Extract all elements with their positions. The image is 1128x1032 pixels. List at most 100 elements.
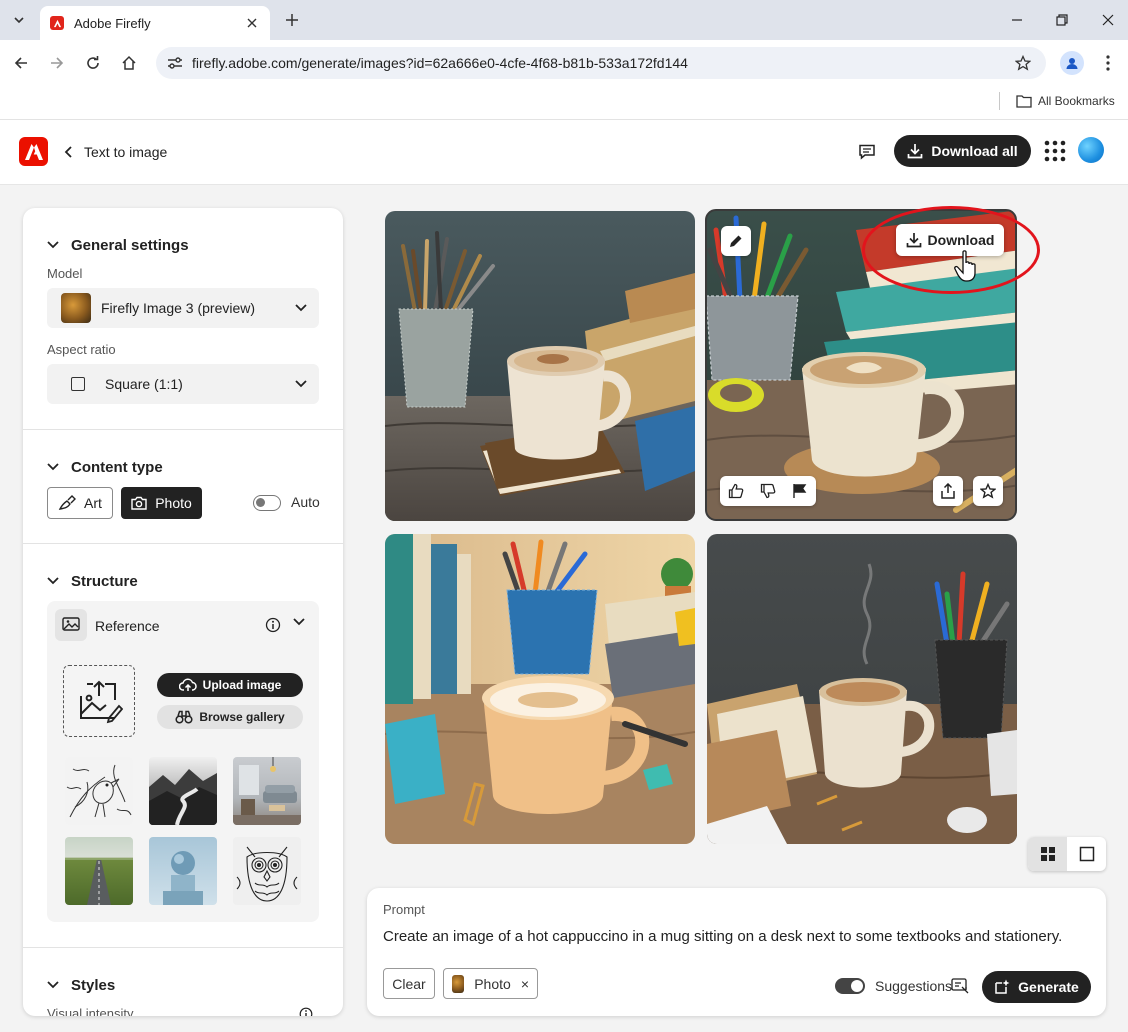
chevron-down-icon: [47, 241, 59, 249]
bookmark-star-icon[interactable]: [1008, 48, 1038, 78]
download-all-button[interactable]: Download all: [894, 135, 1031, 167]
model-dropdown[interactable]: Firefly Image 3 (preview): [47, 288, 319, 328]
cappuccino-image: [707, 534, 1017, 844]
photo-button[interactable]: Photo: [121, 487, 202, 519]
tab-search-button[interactable]: [6, 8, 32, 32]
new-tab-button[interactable]: [280, 8, 304, 32]
reference-image-icon: [55, 609, 87, 641]
cappuccino-image: [385, 534, 695, 844]
art-button[interactable]: Art: [47, 487, 113, 519]
tab-close-icon[interactable]: [244, 15, 260, 31]
arrow-left-icon: [14, 57, 27, 69]
user-avatar[interactable]: [1078, 137, 1104, 163]
generated-image-4[interactable]: [707, 534, 1017, 844]
minimize-button[interactable]: [1002, 6, 1032, 34]
forward-nav-button[interactable]: [44, 50, 70, 76]
report-flag-icon[interactable]: [792, 483, 808, 499]
upload-image-label: Upload image: [202, 678, 282, 692]
upload-image-button[interactable]: Upload image: [157, 673, 303, 697]
single-view-button[interactable]: [1067, 837, 1106, 871]
section-divider: [23, 429, 343, 430]
back-nav-button[interactable]: [8, 50, 34, 76]
visual-intensity-label: Visual intensity: [47, 1006, 134, 1016]
back-to-text-to-image-button[interactable]: Text to image: [64, 141, 167, 163]
feedback-button[interactable]: [854, 139, 880, 165]
profile-icon[interactable]: [1060, 51, 1084, 75]
generate-button[interactable]: Generate: [982, 971, 1091, 1003]
grid-view-button[interactable]: [1028, 837, 1067, 871]
image-upload-icon: [80, 680, 123, 724]
chevron-down-icon: [295, 380, 307, 388]
brush-icon: [58, 495, 77, 510]
star-icon: [980, 483, 996, 499]
restore-button[interactable]: [1047, 6, 1077, 34]
all-bookmarks-button[interactable]: All Bookmarks: [1016, 91, 1115, 111]
content-type-toggle[interactable]: Content type: [47, 456, 163, 478]
prompt-input[interactable]: Create an image of a hot cappuccino in a…: [383, 928, 1062, 945]
share-button[interactable]: [933, 476, 963, 506]
close-window-button[interactable]: [1093, 6, 1123, 34]
aspect-ratio-dropdown[interactable]: Square (1:1): [47, 364, 319, 404]
generated-image-3[interactable]: [385, 534, 695, 844]
address-bar[interactable]: firefly.adobe.com/generate/images?id=62a…: [156, 47, 1046, 79]
grid-icon: [1040, 847, 1055, 861]
reference-thumbnail-bird-sketch[interactable]: [65, 757, 133, 825]
favorite-button[interactable]: [973, 476, 1003, 506]
reference-box: Reference Upload image Browse gallery: [47, 601, 319, 922]
chip-thumbnail: [452, 974, 465, 993]
reload-button[interactable]: [80, 50, 106, 76]
rating-toolbar: [720, 476, 816, 506]
browse-gallery-button[interactable]: Browse gallery: [157, 705, 303, 729]
tab-title: Adobe Firefly: [74, 15, 151, 31]
generate-sparkle-icon: [995, 979, 1010, 994]
comment-icon: [859, 144, 875, 160]
suggestions-toggle[interactable]: [835, 978, 865, 994]
generated-image-1[interactable]: [385, 211, 695, 521]
auto-toggle[interactable]: [253, 495, 281, 511]
reference-label: Reference: [95, 618, 160, 634]
suggestions-info-icon[interactable]: [951, 978, 969, 994]
minimize-icon: [1012, 19, 1022, 21]
styles-toggle[interactable]: Styles: [47, 974, 115, 996]
site-settings-icon[interactable]: [164, 52, 186, 74]
adobe-favicon-icon: [50, 16, 64, 30]
edit-image-button[interactable]: [721, 226, 751, 256]
chevron-down-icon: [14, 17, 24, 24]
model-thumbnail: [61, 293, 91, 323]
browse-gallery-label: Browse gallery: [199, 710, 285, 724]
settings-panel: General settings Model Firefly Image 3 (…: [23, 208, 343, 1016]
chevron-down-icon[interactable]: [293, 618, 305, 626]
reference-thumbnail-mountain-river[interactable]: [149, 757, 217, 825]
structure-toggle[interactable]: Structure: [47, 570, 138, 592]
adobe-logo-icon[interactable]: [19, 137, 48, 166]
home-button[interactable]: [116, 50, 142, 76]
general-settings-toggle[interactable]: General settings: [47, 234, 189, 256]
info-icon[interactable]: [299, 1007, 313, 1016]
browser-tab[interactable]: Adobe Firefly: [40, 6, 270, 40]
camera-icon: [131, 496, 147, 510]
cappuccino-image: [385, 211, 695, 521]
back-label: Text to image: [84, 144, 168, 160]
cloud-upload-icon: [178, 678, 197, 691]
chip-label: Photo: [474, 975, 511, 992]
reference-thumbnail-road-field[interactable]: [65, 837, 133, 905]
prompt-label: Prompt: [383, 902, 425, 917]
thumbs-down-icon[interactable]: [760, 483, 776, 499]
aspect-ratio-value: Square (1:1): [105, 376, 183, 392]
reference-thumbnail-owl-drawing[interactable]: [233, 837, 301, 905]
apps-grid-icon[interactable]: [1044, 140, 1066, 162]
download-icon: [907, 144, 923, 159]
browser-menu-icon[interactable]: [1098, 51, 1118, 75]
reference-thumbnail-sphere-pedestal[interactable]: [149, 837, 217, 905]
browser-tabstrip: Adobe Firefly: [0, 0, 1128, 40]
thumbs-up-icon[interactable]: [728, 483, 744, 499]
download-all-label: Download all: [931, 143, 1018, 159]
reference-thumbnail-living-room[interactable]: [233, 757, 301, 825]
browser-toolbar: firefly.adobe.com/generate/images?id=62a…: [0, 40, 1128, 86]
upload-dropzone[interactable]: [63, 665, 135, 737]
content-type-chip[interactable]: Photo ×: [443, 968, 538, 999]
chip-remove-icon[interactable]: ×: [521, 976, 529, 992]
clear-button[interactable]: Clear: [383, 968, 435, 999]
pencil-icon: [730, 235, 742, 247]
info-icon[interactable]: [265, 617, 281, 633]
